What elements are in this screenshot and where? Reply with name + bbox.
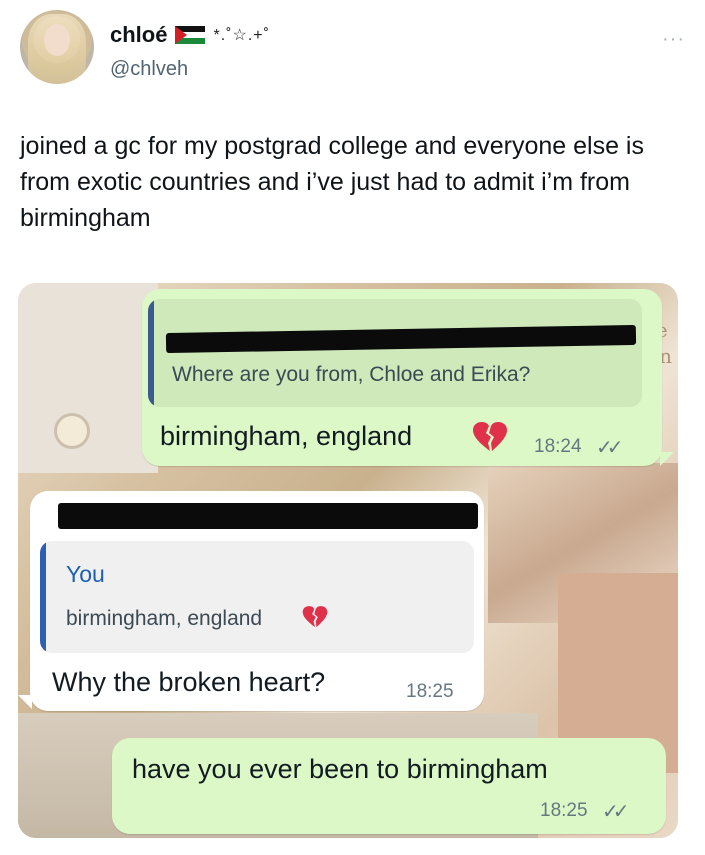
- quoted-sender: You: [66, 561, 105, 587]
- quoted-message[interactable]: Where are you from, Chloe and Erika?: [148, 299, 642, 407]
- avatar[interactable]: [20, 10, 94, 84]
- avatar-face: [44, 24, 70, 56]
- message-time: 18:24: [534, 436, 582, 457]
- background-washing-machine: [18, 283, 158, 473]
- redacted-sender: [165, 324, 637, 354]
- incoming-message-2[interactable]: You birmingham, england Why the broken h…: [30, 491, 484, 711]
- message-text: Why the broken heart?: [52, 667, 326, 697]
- quoted-message-text: birmingham, england: [66, 607, 263, 630]
- read-receipt-icon: ✓✓: [602, 801, 629, 823]
- palestine-flag-icon: [175, 26, 206, 44]
- quote-bar: [40, 541, 46, 653]
- quote-bar: [148, 299, 154, 407]
- name-row: chloé *.˚☆.+˚: [110, 22, 270, 48]
- user-handle[interactable]: @chlveh: [110, 58, 188, 81]
- tweet-text: joined a gc for my postgrad college and …: [20, 132, 644, 232]
- message-text: have you ever been to birmingham: [132, 754, 548, 784]
- message-time: 18:25: [406, 681, 454, 702]
- read-receipt-icon: ✓✓: [596, 437, 623, 459]
- display-name[interactable]: chloé: [110, 22, 167, 48]
- tweet-header: chloé *.˚☆.+˚ @chlveh ···: [20, 10, 685, 90]
- outgoing-message-1[interactable]: Where are you from, Chloe and Erika? bir…: [142, 289, 662, 466]
- quoted-message-text: Where are you from, Chloe and Erika?: [172, 363, 531, 386]
- broken-heart-icon: [473, 422, 507, 451]
- quoted-message[interactable]: You birmingham, england: [40, 541, 474, 653]
- name-decoration: *.˚☆.+˚: [213, 27, 270, 44]
- message-time: 18:25: [540, 800, 588, 821]
- outgoing-message-3[interactable]: have you ever been to birmingham 18:25 ✓…: [112, 738, 666, 834]
- broken-heart-icon: [302, 606, 328, 628]
- tweet-media-image[interactable]: a tie vin Where are you from, Chloe and …: [18, 283, 678, 838]
- message-text: birmingham, england: [160, 421, 413, 451]
- redacted-sender: [58, 503, 478, 529]
- washer-knob: [54, 413, 90, 449]
- more-options-icon[interactable]: ···: [662, 28, 685, 51]
- bubble-tail: [18, 695, 32, 709]
- bubble-tail: [660, 452, 674, 466]
